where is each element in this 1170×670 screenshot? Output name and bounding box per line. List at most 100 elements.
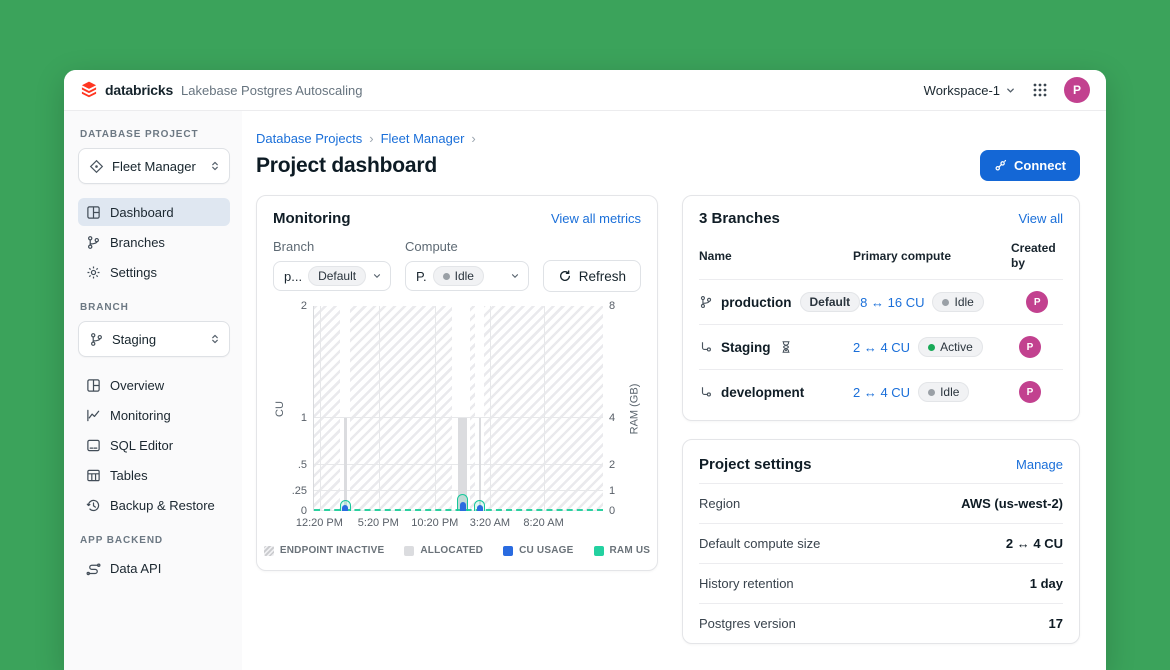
branch-row-development[interactable]: development 2 ↔ 4 CU Idle P [699, 369, 1063, 414]
breadcrumb-database-projects[interactable]: Database Projects [256, 131, 362, 146]
setting-label: History retention [699, 576, 794, 591]
breadcrumb-fleet-manager[interactable]: Fleet Manager [381, 131, 465, 146]
col-name: Name [699, 248, 732, 263]
gridline-v [490, 306, 492, 511]
setting-label: Postgres version [699, 616, 796, 631]
sidebar-item-tables[interactable]: Tables [78, 461, 230, 489]
monitoring-chart-icon [86, 408, 101, 423]
data-api-icon [86, 561, 101, 576]
compute-filter-label: Compute [405, 239, 458, 254]
project-settings-card: Project settings Manage Region AWS (us-w… [682, 439, 1080, 644]
app-window: databricks Lakebase Postgres Autoscaling… [64, 70, 1106, 670]
branch-section-label: BRANCH [80, 302, 129, 313]
gridline-v [379, 306, 381, 511]
legend-item: CU USAGE [503, 545, 573, 556]
sidebar-item-settings[interactable]: Settings [78, 258, 230, 286]
app-backend-section-label: APP BACKEND [80, 535, 164, 546]
branch-row-staging[interactable]: Staging 2 ↔ 4 CU Active P [699, 324, 1063, 369]
col-created-by: Created by [1011, 241, 1056, 270]
refresh-button-label: Refresh [578, 268, 626, 284]
app-grid-menu-icon[interactable] [1032, 82, 1048, 98]
legend-swatch [593, 545, 604, 556]
sidebar-item-label: Dashboard [110, 204, 174, 220]
breadcrumb-separator: › [369, 131, 374, 146]
refresh-button[interactable]: Refresh [542, 260, 641, 292]
branch-row-production[interactable]: production Default 8 ↔ 16 CU Idle P [699, 279, 1063, 324]
status-badge: Idle [918, 382, 970, 402]
idle-dot [942, 298, 950, 306]
sidebar-item-branches[interactable]: Branches [78, 228, 230, 256]
connect-button[interactable]: Connect [980, 150, 1080, 181]
connect-nodes-icon [994, 159, 1007, 172]
status-badge: Idle [932, 292, 984, 312]
manage-link[interactable]: Manage [1016, 457, 1063, 472]
branch-filter-value: p... [284, 268, 303, 284]
x-tick-label: 12:20 PM [295, 517, 343, 529]
legend-item: ENDPOINT INACTIVE [263, 545, 385, 556]
dashboard-icon [86, 205, 101, 220]
view-all-metrics-link[interactable]: View all metrics [551, 211, 641, 226]
sidebar-item-label: SQL Editor [110, 437, 174, 453]
x-axis-labels: 12:20 PM 5:20 PM 10:20 PM 3:20 AM 8:20 AM [296, 511, 603, 533]
right-tick-label: 0 [609, 505, 616, 517]
brand-name: databricks [105, 82, 174, 98]
branches-table-header: Name Primary compute Created by [699, 227, 1063, 279]
gridline-v [320, 306, 322, 511]
sidebar-item-sql-editor[interactable]: SQL Editor [78, 431, 230, 459]
brand: databricks [80, 81, 173, 99]
sidebar-item-monitoring[interactable]: Monitoring [78, 401, 230, 429]
sidebar-item-overview[interactable]: Overview [78, 371, 230, 399]
gridline-v [543, 306, 545, 511]
sidebar-item-label: Backup & Restore [110, 497, 215, 513]
connect-button-label: Connect [1014, 158, 1066, 173]
setting-row-region: Region AWS (us-west-2) [699, 483, 1063, 523]
cu-usage-spike [459, 501, 466, 511]
sidebar-item-label: Settings [110, 264, 157, 280]
sidebar-item-dashboard[interactable]: Dashboard [78, 198, 230, 226]
compute-size-link[interactable]: 2 ↔ 4 CU [853, 340, 910, 355]
compute-size-link[interactable]: 2 ↔ 4 CU [853, 385, 910, 400]
branch-filter-select[interactable]: p... Default [273, 261, 391, 291]
branch-name: development [721, 384, 805, 400]
active-dot [928, 343, 936, 351]
setting-value: 17 [1048, 616, 1063, 631]
sidebar-item-data-api[interactable]: Data API [78, 554, 230, 582]
chart-plot [313, 306, 603, 511]
legend-swatch [404, 545, 415, 556]
sidebar-item-label: Data API [110, 560, 162, 576]
left-tick-label: 1 [300, 411, 307, 424]
creator-avatar: P [1019, 336, 1041, 358]
chart-legend: ENDPOINT INACTIVE ALLOCATED CU USAGE RAM US [263, 545, 650, 556]
workspace-switcher[interactable]: Workspace-1 [924, 83, 1016, 98]
legend-label: CU USAGE [519, 545, 574, 556]
refresh-icon [558, 269, 572, 283]
col-primary-compute: Primary compute [853, 248, 952, 263]
x-tick-label: 5:20 PM [357, 517, 399, 529]
sidebar-item-backup-restore[interactable]: Backup & Restore [78, 491, 230, 519]
sidebar-item-label: Branches [110, 234, 165, 250]
tables-icon [86, 468, 101, 483]
project-select[interactable]: Fleet Manager [78, 148, 230, 184]
setting-value: 2 ↔ 4 CU [1005, 536, 1063, 551]
right-tick-label: 4 [609, 411, 616, 424]
app-title: Lakebase Postgres Autoscaling [181, 82, 363, 98]
breadcrumb: Database Projects › Fleet Manager › [256, 131, 1080, 146]
status-label: Idle [954, 295, 974, 309]
setting-value: AWS (us-west-2) [961, 496, 1063, 511]
chevron-down-icon [1005, 85, 1016, 96]
left-tick-label: 0 [300, 505, 307, 517]
monitoring-card: Monitoring View all metrics Branch Compu… [256, 195, 658, 571]
x-tick-label: 8:20 AM [523, 517, 564, 529]
compute-filter-select[interactable]: P. Idle [405, 261, 529, 291]
creator-avatar: P [1019, 381, 1041, 403]
select-updown-icon [209, 159, 221, 173]
compute-size-link[interactable]: 8 ↔ 16 CU [860, 295, 924, 310]
status-label: Idle [940, 385, 960, 399]
branches-card-title: 3 Branches [699, 210, 780, 227]
user-avatar[interactable]: P [1064, 77, 1090, 103]
monitoring-card-title: Monitoring [273, 210, 351, 227]
view-all-branches-link[interactable]: View all [1018, 211, 1063, 226]
right-tick-label: 2 [609, 458, 616, 471]
branch-select[interactable]: Staging [78, 321, 230, 357]
legend-label: ENDPOINT INACTIVE [279, 545, 385, 556]
